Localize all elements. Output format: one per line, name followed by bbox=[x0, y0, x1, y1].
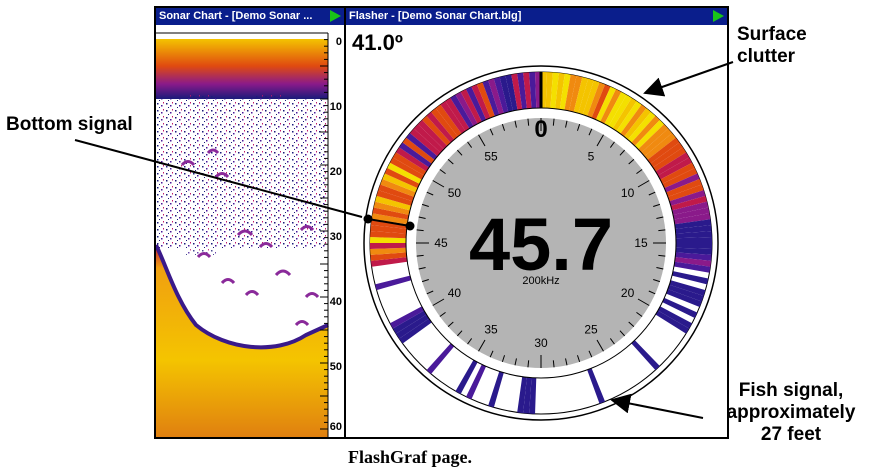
sonar-chart-display[interactable]: 0 10 20 30 40 50 60 bbox=[156, 25, 344, 437]
dial-label: 20 bbox=[621, 286, 635, 300]
depth-label: 10 bbox=[330, 101, 342, 113]
dial-label: 15 bbox=[634, 236, 648, 250]
depth-label: 0 bbox=[336, 36, 342, 48]
dial-label: 30 bbox=[534, 336, 548, 350]
flasher-dial[interactable]: 0 5 10 15 20 25 30 35 40 45 50 55 45.7 200kHz bbox=[346, 8, 727, 437]
depth-label: 30 bbox=[330, 231, 342, 243]
sonar-chart-titlebar[interactable]: Sonar Chart - [Demo Sonar ... bbox=[156, 8, 344, 25]
depth-label: 50 bbox=[330, 361, 342, 373]
sonar-chart-window[interactable]: Sonar Chart - [Demo Sonar ... 0 10 20 30… bbox=[154, 6, 346, 439]
dial-label: 50 bbox=[448, 186, 462, 200]
dial-label: 40 bbox=[448, 286, 462, 300]
flasher-window[interactable]: Flasher - [Demo Sonar Chart.blg] 41.0º 0… bbox=[344, 6, 729, 439]
sonar-chart-title: Sonar Chart - [Demo Sonar ... bbox=[159, 10, 312, 22]
dial-label: 25 bbox=[584, 323, 598, 337]
dial-label: 45 bbox=[434, 236, 448, 250]
depth-label: 20 bbox=[330, 166, 342, 178]
figure-caption: FlashGraf page. bbox=[348, 447, 472, 468]
dial-label: 0 bbox=[534, 116, 547, 143]
dial-label: 10 bbox=[621, 186, 635, 200]
bottom-signal-callout: Bottom signal bbox=[6, 114, 133, 136]
dial-label: 35 bbox=[484, 323, 498, 337]
surface-clutter-callout: Surface clutter bbox=[737, 24, 807, 68]
play-icon[interactable] bbox=[330, 10, 341, 22]
dial-label: 55 bbox=[484, 149, 498, 163]
fish-signal-callout: Fish signal, approximately 27 feet bbox=[707, 380, 875, 446]
depth-label: 60 bbox=[330, 421, 342, 433]
depth-label: 40 bbox=[330, 296, 342, 308]
depth-reading: 45.7 bbox=[469, 203, 613, 286]
dial-label: 5 bbox=[588, 149, 595, 163]
frequency-label: 200kHz bbox=[522, 275, 559, 287]
